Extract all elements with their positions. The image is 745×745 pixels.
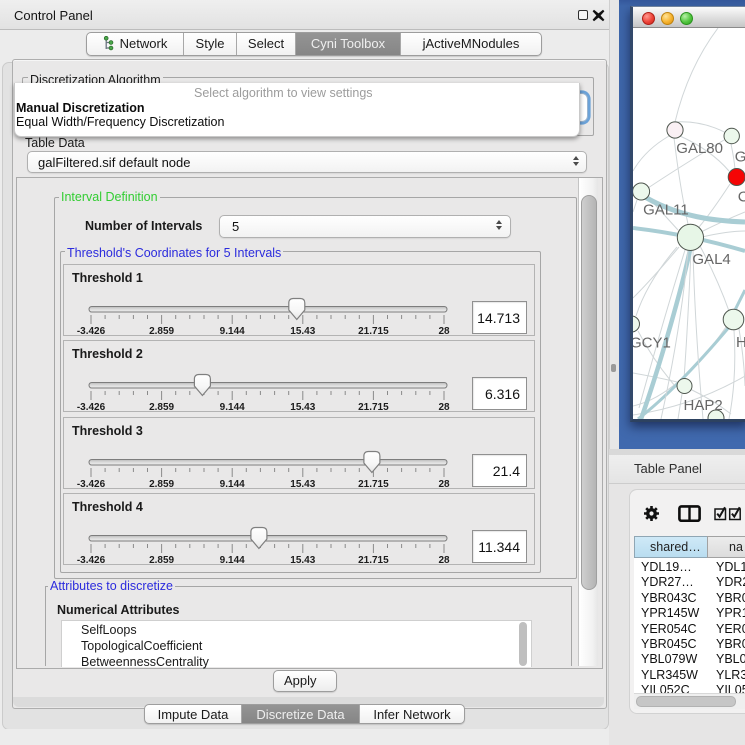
svg-text:15.43: 15.43	[290, 402, 315, 413]
svg-text:15.43: 15.43	[290, 555, 315, 566]
svg-text:15.43: 15.43	[290, 326, 315, 337]
svg-text:9.144: 9.144	[220, 555, 245, 566]
svg-text:-3.426: -3.426	[77, 326, 106, 337]
svg-text:2.859: 2.859	[149, 479, 174, 490]
svg-text:GAL4: GAL4	[692, 251, 730, 268]
svg-text:21.715: 21.715	[358, 479, 389, 490]
svg-text:28: 28	[438, 479, 450, 490]
svg-text:9.144: 9.144	[220, 402, 245, 413]
svg-text:C: C	[738, 189, 745, 206]
svg-text:GAL11: GAL11	[643, 202, 689, 219]
svg-text:GA: GA	[735, 148, 745, 165]
svg-text:2.859: 2.859	[149, 555, 174, 566]
svg-text:-3.426: -3.426	[77, 479, 106, 490]
svg-text:GAL80: GAL80	[676, 140, 723, 157]
svg-text:21.715: 21.715	[358, 326, 389, 337]
svg-text:28: 28	[438, 402, 450, 413]
svg-text:-3.426: -3.426	[77, 402, 106, 413]
svg-text:28: 28	[438, 326, 450, 337]
svg-text:21.715: 21.715	[358, 402, 389, 413]
svg-text:HAP2: HAP2	[684, 397, 723, 414]
svg-text:H: H	[736, 334, 745, 351]
svg-text:28: 28	[438, 555, 450, 566]
svg-text:-3.426: -3.426	[77, 555, 106, 566]
svg-text:2.859: 2.859	[149, 402, 174, 413]
svg-text:GCY1: GCY1	[633, 335, 671, 352]
svg-text:9.144: 9.144	[220, 326, 245, 337]
svg-text:9.144: 9.144	[220, 479, 245, 490]
svg-text:2.859: 2.859	[149, 326, 174, 337]
svg-text:21.715: 21.715	[358, 555, 389, 566]
svg-text:15.43: 15.43	[290, 479, 315, 490]
